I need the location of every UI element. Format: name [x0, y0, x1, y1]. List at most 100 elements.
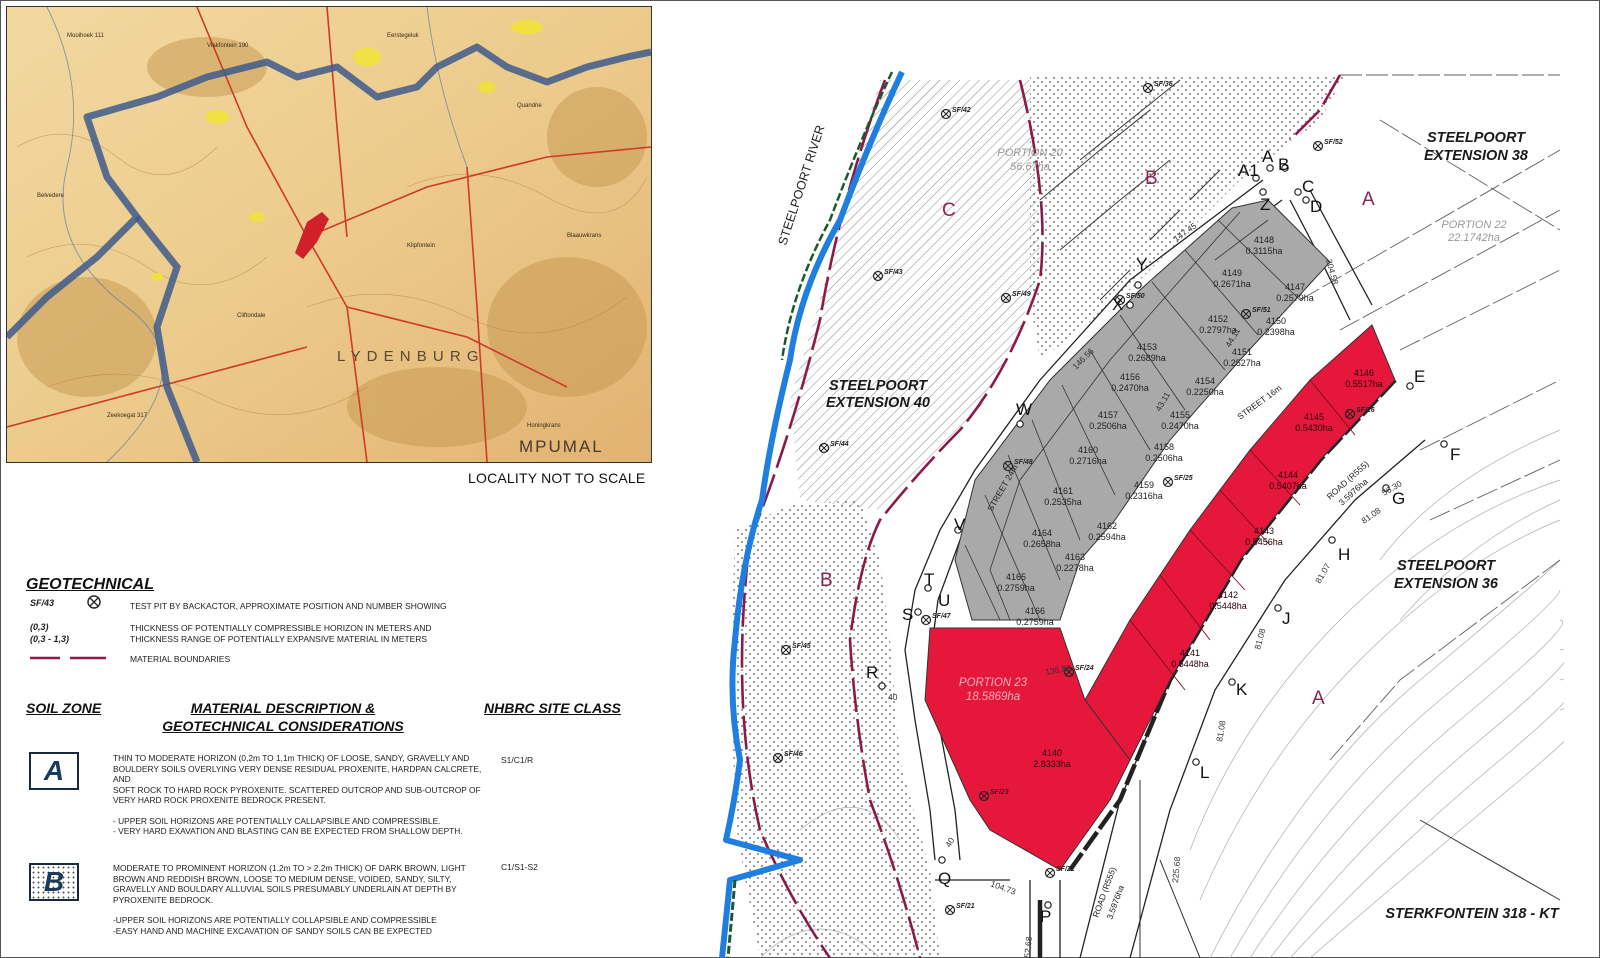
test-pit-label: SF/43: [884, 269, 903, 276]
dimension-label: 81.08: [1359, 505, 1382, 526]
test-pit-cross: [922, 616, 930, 624]
test-pit-label: SF/25: [1174, 475, 1193, 482]
stand-area-label: 0.2535ha: [1044, 497, 1082, 507]
stand-number-label: 4161: [1053, 486, 1073, 496]
test-pit-label: SF/48: [1014, 459, 1033, 466]
stand-area-label: 0.2316ha: [1125, 491, 1163, 501]
survey-point-label: J: [1282, 609, 1291, 628]
dimension-label: 104.73: [989, 878, 1017, 896]
stand-area-label: 0.5407ha: [1269, 481, 1307, 491]
zone-label-c: C: [942, 200, 956, 221]
legend-test-pit-desc: TEST PIT BY BACKACTOR, APPROXIMATE POSIT…: [130, 601, 447, 611]
survey-point-label: A1: [1238, 161, 1259, 180]
stand-number-label: 4149: [1222, 268, 1242, 278]
portion-22-label-2: 22.1742ha: [1447, 232, 1500, 244]
locality-province-label: MPUMAL: [519, 437, 604, 456]
zone-label-b-north: B: [1145, 168, 1158, 189]
test-pit-label: SF/22: [1056, 866, 1075, 873]
svg-text:Cliftondale: Cliftondale: [237, 313, 266, 319]
stand-area-label: 0.5448ha: [1209, 601, 1247, 611]
survey-point-label: L: [1200, 763, 1209, 782]
survey-point-label: H: [1338, 545, 1350, 564]
survey-point-label: B: [1278, 155, 1289, 174]
soil-zone-a-site-class: S1/C1/R: [501, 755, 534, 765]
stand-number-label: 4151: [1232, 347, 1252, 357]
test-pit-cross: [1046, 869, 1054, 877]
stand-number-label: 4157: [1098, 410, 1118, 420]
stand-area-label: 0.2716ha: [1069, 456, 1107, 466]
test-pit-label: SF/26: [1356, 407, 1375, 414]
stand-number-label: 4152: [1208, 314, 1228, 324]
test-pit-cross: [1314, 142, 1322, 150]
locality-map: Mooihoek 111 Vlakfontein 190 Eerstegeluk Q…: [6, 6, 652, 463]
col-header-site-class: NHBRC SITE CLASS: [484, 700, 621, 716]
stand-area-label: 0.2658ha: [1023, 539, 1061, 549]
survey-point-label: Z: [1260, 195, 1270, 214]
test-pit-label: SF/23: [990, 789, 1009, 796]
svg-text:Zeekoegat 317: Zeekoegat 317: [107, 413, 148, 419]
zone-label-a-south: A: [1312, 688, 1325, 709]
soil-zone-b-box: B: [29, 863, 79, 901]
ext36-label-1: STEELPOORT: [1397, 558, 1496, 574]
stand-number-label: 4147: [1285, 282, 1305, 292]
dimension-label: 40: [943, 836, 957, 849]
stand-area-label: 0.2689ha: [1128, 353, 1166, 363]
test-pit-label: SF/51: [1252, 307, 1271, 314]
portion-22-label-1: PORTION 22: [1441, 219, 1506, 231]
stand-number-label: 4144: [1278, 470, 1298, 480]
survey-point-label: P: [1040, 907, 1051, 926]
portion-23-label-2: 18.5869ha: [966, 691, 1020, 703]
stand-area-label: 0.2671ha: [1213, 279, 1251, 289]
stand-number-label: 4145: [1304, 412, 1324, 422]
survey-point-label: X: [1112, 295, 1123, 314]
material-boundary-symbol: [30, 656, 106, 660]
survey-point-label: V: [954, 515, 966, 534]
zone-label-a-north: A: [1362, 189, 1375, 210]
soil-zone-b-description: MODERATE TO PROMINENT HORIZON (1.2m TO >…: [113, 863, 466, 936]
stand-number-label: 4143: [1254, 526, 1274, 536]
zone-b-dotted-area-west: [730, 500, 940, 958]
test-pit-label: SF/52: [1324, 139, 1343, 146]
stand-area-label: 2.8333ha: [1033, 759, 1071, 769]
dimension-label: 81.08: [1214, 719, 1228, 742]
farm-label: STERKFONTEIN 318 - KT: [1385, 906, 1559, 922]
test-pit-cross: [946, 906, 954, 914]
survey-point-label: K: [1236, 680, 1248, 699]
survey-point-label: F: [1450, 445, 1460, 464]
svg-text:Honingkrans: Honingkrans: [527, 423, 561, 429]
legend-boundary-desc: MATERIAL BOUNDARIES: [130, 654, 231, 664]
legend-thickness-code-2: (0,3 - 1,3): [30, 634, 70, 644]
ext38-label-1: STEELPOORT: [1427, 130, 1526, 146]
svg-text:Klipfontein: Klipfontein: [407, 243, 435, 249]
test-pit-label: SF/42: [952, 107, 971, 114]
stand-number-label: 4162: [1097, 521, 1117, 531]
stand-area-label: 0.2527ha: [1223, 358, 1261, 368]
portion-20-label-2: 56.67ha: [1010, 161, 1050, 173]
soil-zone-a-description: THIN TO MODERATE HORIZON (0,2m TO 1,1m T…: [113, 753, 482, 836]
stand-area-label: 0.2594ha: [1088, 532, 1126, 542]
stand-area-label: 0.2470ha: [1111, 383, 1149, 393]
dimension-label: 81.07: [1313, 561, 1332, 585]
stand-number-label: 4166: [1025, 606, 1045, 616]
stand-area-label: 0.5517ha: [1345, 379, 1383, 389]
zone-label-b-west: B: [820, 570, 833, 591]
stand-area-label: 0.5448ha: [1171, 659, 1209, 669]
stand-number-label: 4158: [1154, 442, 1174, 452]
svg-text:Quandrie: Quandrie: [517, 103, 542, 109]
stand-area-label: 0.2250ha: [1186, 387, 1224, 397]
test-pit-label: SF/21: [956, 903, 975, 910]
stand-number-label: 4150: [1266, 316, 1286, 326]
survey-point-label: D: [1310, 197, 1322, 216]
ext40-label-1: STEELPOORT: [829, 378, 928, 394]
stand-area-label: 0.2506ha: [1089, 421, 1127, 431]
test-pit-icon: [87, 595, 101, 609]
ext38-label-2: EXTENSION 38: [1424, 148, 1529, 164]
legend-thickness-desc-1: THICKNESS OF POTENTIALLY COMPRESSIBLE HO…: [130, 623, 432, 633]
street-16m-label: STREET 16m: [1235, 383, 1283, 422]
stand-number-label: 4141: [1180, 648, 1200, 658]
svg-text:Vlakfontein 190: Vlakfontein 190: [207, 43, 249, 49]
soil-zone-a-box: A: [29, 752, 79, 790]
stand-area-label: 0.2759ha: [1016, 617, 1054, 627]
dimension-label: 225.68: [1170, 856, 1182, 883]
test-pit-label: SF/44: [830, 441, 849, 448]
